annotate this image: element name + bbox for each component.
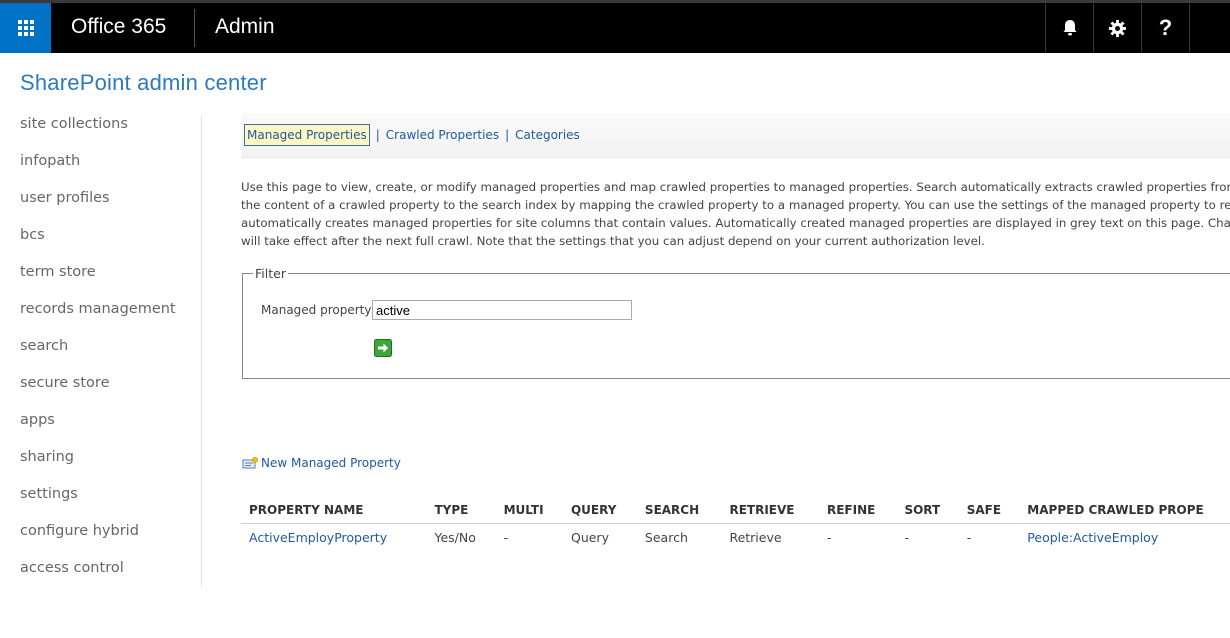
- left-nav: site collections infopath user profiles …: [20, 114, 200, 595]
- main-content: Managed Properties | Crawled Properties …: [241, 113, 1230, 545]
- app-launcher-button[interactable]: [0, 3, 51, 53]
- description-line: the content of a crawled property to the…: [241, 198, 1230, 212]
- property-tabs: Managed Properties | Crawled Properties …: [241, 113, 1230, 158]
- column-header[interactable]: QUERY: [562, 497, 637, 524]
- table-header-row: PROPERTY NAME TYPE MULTI QUERY SEARCH RE…: [241, 497, 1230, 524]
- description-line: Use this page to view, create, or modify…: [241, 180, 1230, 194]
- table-cell: Retrieve: [729, 529, 782, 545]
- waffle-icon: [17, 20, 34, 36]
- column-header[interactable]: MULTI: [495, 497, 563, 524]
- new-managed-property-link[interactable]: New Managed Property: [242, 456, 401, 470]
- nav-item-sharing[interactable]: sharing: [20, 447, 200, 484]
- go-arrow-icon[interactable]: [374, 339, 392, 357]
- notifications-button[interactable]: [1045, 3, 1093, 53]
- brand-title[interactable]: Office 365: [71, 15, 166, 39]
- column-header[interactable]: SEARCH: [636, 497, 722, 524]
- tab-separator: |: [375, 128, 380, 142]
- tab-crawled-properties[interactable]: Crawled Properties: [386, 128, 499, 142]
- settings-button[interactable]: [1093, 3, 1141, 53]
- table-cell: Query: [570, 529, 609, 545]
- column-header[interactable]: SORT: [896, 497, 959, 524]
- column-header[interactable]: PROPERTY NAME: [241, 497, 427, 524]
- property-name-link[interactable]: ActiveEmployProperty: [241, 524, 427, 551]
- column-header[interactable]: TYPE: [426, 497, 496, 524]
- table-cell: -: [826, 529, 832, 545]
- top-bar: Office 365 Admin ?: [0, 0, 1230, 53]
- table-cell: Search: [644, 529, 688, 545]
- help-icon: ?: [1158, 15, 1173, 40]
- app-name: Admin: [215, 15, 275, 38]
- nav-item-secure-store[interactable]: secure store: [20, 373, 200, 410]
- column-header[interactable]: RETRIEVE: [721, 497, 819, 524]
- nav-item-configure-hybrid[interactable]: configure hybrid: [20, 521, 200, 558]
- nav-item-infopath[interactable]: infopath: [20, 151, 200, 188]
- managed-property-input[interactable]: [372, 300, 632, 320]
- nav-item-search[interactable]: search: [20, 336, 200, 373]
- new-managed-property-label: New Managed Property: [261, 456, 401, 470]
- tab-separator: |: [505, 128, 510, 142]
- managed-property-label: Managed property: [261, 303, 372, 317]
- nav-item-term-store[interactable]: term store: [20, 262, 200, 299]
- table-cell: -: [966, 529, 972, 545]
- nav-item-access-control[interactable]: access control: [20, 558, 200, 595]
- page-title: SharePoint admin center: [20, 70, 267, 95]
- table-cell: -: [904, 529, 909, 545]
- column-header[interactable]: REFINE: [818, 497, 897, 524]
- page-description: Use this page to view, create, or modify…: [241, 178, 1230, 250]
- table-row: ActiveEmployProperty Yes/No - Query Sear…: [241, 524, 1230, 551]
- table-cell: Yes/No: [434, 529, 476, 545]
- header-divider: [194, 9, 195, 47]
- nav-item-settings[interactable]: settings: [20, 484, 200, 521]
- nav-divider: [201, 115, 202, 587]
- description-line: automatically creates managed properties…: [241, 216, 1230, 230]
- tab-categories[interactable]: Categories: [515, 128, 580, 142]
- header-edge-divider: [1189, 3, 1190, 53]
- gear-icon: [1108, 19, 1127, 37]
- nav-item-site-collections[interactable]: site collections: [20, 114, 200, 151]
- managed-properties-table: PROPERTY NAME TYPE MULTI QUERY SEARCH RE…: [241, 497, 1230, 550]
- bell-icon: [1063, 20, 1076, 36]
- help-button[interactable]: ?: [1141, 3, 1189, 53]
- filter-group: Filter Managed property: [242, 266, 1230, 379]
- tab-managed-properties[interactable]: Managed Properties: [244, 124, 370, 146]
- nav-item-user-profiles[interactable]: user profiles: [20, 188, 200, 225]
- nav-item-bcs[interactable]: bcs: [20, 225, 200, 262]
- column-header[interactable]: SAFE: [958, 497, 1020, 524]
- column-header[interactable]: MAPPED CRAWLED PROPE: [1019, 497, 1230, 524]
- nav-item-apps[interactable]: apps: [20, 410, 200, 447]
- table-cell: -: [503, 529, 509, 545]
- filter-legend: Filter: [255, 266, 286, 281]
- new-item-icon: [242, 457, 258, 469]
- nav-item-records-management[interactable]: records management: [20, 299, 200, 336]
- description-line: will take effect after the next full cra…: [241, 234, 985, 248]
- mapped-crawled-property-link[interactable]: People:ActiveEmploy: [1019, 524, 1230, 551]
